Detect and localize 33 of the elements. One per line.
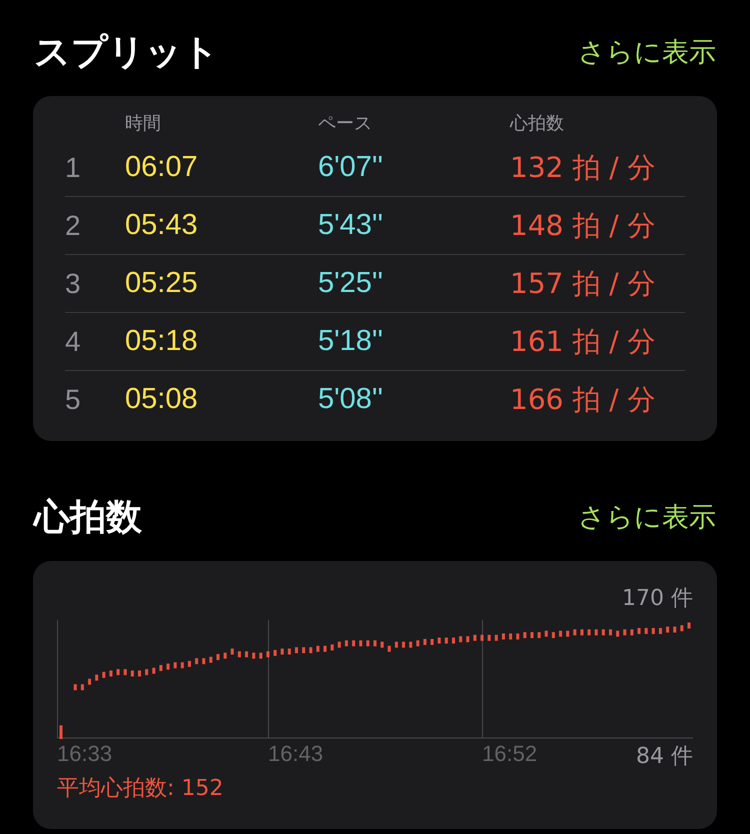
split-pace: 6'07'' <box>318 151 384 184</box>
column-header: 時間 <box>125 112 162 136</box>
split-time: 05:43 <box>125 209 199 242</box>
average-heart-rate: 平均心拍数: 152 <box>57 775 224 803</box>
split-number: 4 <box>65 326 82 358</box>
column-header: 心拍数 <box>510 112 565 136</box>
split-number: 1 <box>65 152 82 184</box>
split-pace: 5'43'' <box>318 209 384 242</box>
time-label: 16:33 <box>57 741 112 767</box>
split-number: 5 <box>65 384 82 416</box>
split-heart-rate: 157 拍 / 分 <box>510 266 657 302</box>
section-title: 心拍数 <box>34 496 142 540</box>
column-header: ペース <box>318 112 373 136</box>
split-heart-rate: 148 拍 / 分 <box>510 208 657 244</box>
split-time: 06:07 <box>125 151 199 184</box>
min-value-label: 84 件 <box>636 743 693 771</box>
show-more-link[interactable]: さらに表示 <box>578 34 716 70</box>
split-heart-rate: 132 拍 / 分 <box>510 150 657 186</box>
show-more-link[interactable]: さらに表示 <box>578 499 716 535</box>
max-value-label: 170 件 <box>622 586 693 611</box>
split-time: 05:18 <box>125 325 199 358</box>
split-heart-rate: 161 拍 / 分 <box>510 324 657 360</box>
time-label: 16:52 <box>482 741 538 767</box>
split-number: 3 <box>65 268 82 300</box>
time-label: 16:43 <box>268 741 324 767</box>
split-pace: 5'25'' <box>318 267 384 300</box>
split-time: 05:25 <box>125 267 199 300</box>
split-pace: 5'08'' <box>318 383 384 416</box>
split-time: 05:08 <box>125 383 199 416</box>
section-title: スプリット <box>34 30 219 74</box>
split-number: 2 <box>65 210 82 242</box>
split-pace: 5'18'' <box>318 325 384 358</box>
split-heart-rate: 166 拍 / 分 <box>510 382 657 418</box>
